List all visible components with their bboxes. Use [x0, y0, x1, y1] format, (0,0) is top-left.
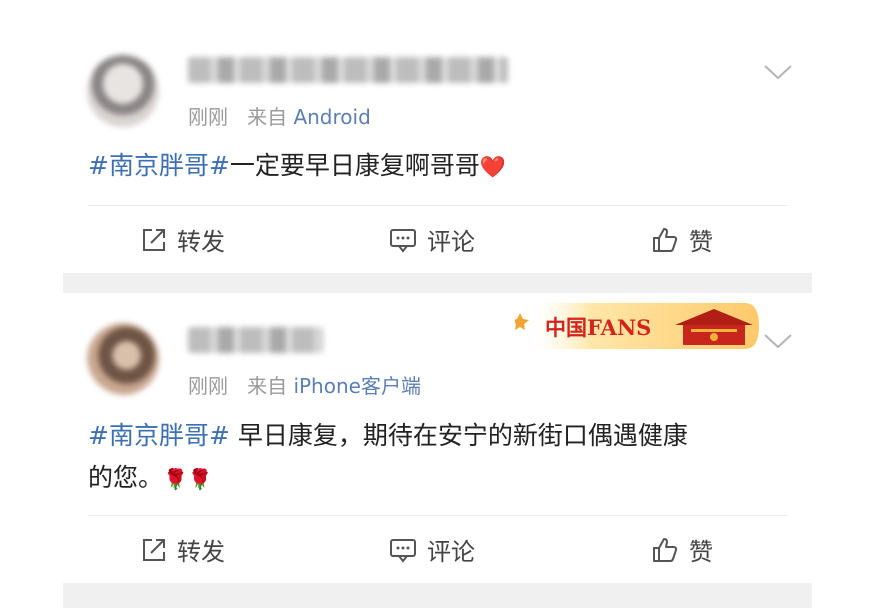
post-meta: 刚刚 来自 iPhone客户端 [188, 370, 421, 399]
divider [88, 205, 788, 206]
thumbs-up-icon [653, 537, 678, 562]
comment-button[interactable]: 评论 [389, 532, 475, 567]
repost-button[interactable]: 转发 [141, 532, 225, 567]
username-blurred[interactable] [188, 57, 508, 83]
divider [88, 515, 788, 516]
post-source[interactable]: iPhone客户端 [293, 374, 421, 398]
post-card-1: 刚刚 来自 Android #南京胖哥#一定要早日康复啊哥哥❤️ 转发 评论 赞 [63, 0, 812, 273]
avatar[interactable] [87, 323, 159, 395]
post-time: 刚刚 [188, 105, 228, 129]
hashtag-link[interactable]: #南京胖哥# [88, 151, 230, 180]
heart-emoji: ❤️ [479, 155, 507, 179]
chevron-down-icon[interactable] [763, 62, 793, 82]
repost-label: 转发 [177, 228, 225, 256]
comment-label: 评论 [427, 538, 475, 566]
post-text: 一定要早日康复啊哥哥 [229, 151, 480, 180]
thumbs-up-icon [653, 227, 678, 252]
repost-label: 转发 [177, 538, 225, 566]
post-text: 早日康复，期待在安宁的新街口偶遇健康 [229, 421, 688, 450]
badge-label: 中国FANS [545, 315, 651, 340]
post-text-line2: 的您。 [88, 463, 164, 492]
hashtag-link[interactable]: #南京胖哥# [88, 421, 230, 450]
comment-icon [390, 538, 416, 563]
chevron-down-icon[interactable] [763, 331, 793, 351]
rose-emoji: 🌹🌹 [163, 467, 213, 491]
china-fans-badge: 中国FANS [515, 303, 759, 349]
post-content: #南京胖哥#一定要早日康复啊哥哥❤️ [88, 145, 788, 188]
comment-label: 评论 [427, 228, 475, 256]
source-prefix: 来自 [247, 374, 288, 398]
comment-button[interactable]: 评论 [389, 222, 475, 257]
post-content: #南京胖哥# 早日康复，期待在安宁的新街口偶遇健康 的您。🌹🌹 [88, 415, 788, 500]
repost-button[interactable]: 转发 [141, 222, 225, 257]
like-label: 赞 [689, 228, 713, 256]
post-separator [63, 273, 812, 293]
username-blurred[interactable] [188, 327, 323, 353]
like-button[interactable]: 赞 [651, 532, 713, 567]
comment-icon [390, 228, 416, 253]
source-prefix: 来自 [247, 105, 288, 129]
avatar[interactable] [87, 55, 159, 127]
repost-icon [143, 538, 165, 561]
post-separator [63, 583, 812, 608]
like-label: 赞 [689, 538, 713, 566]
post-meta: 刚刚 来自 Android [188, 101, 371, 130]
like-button[interactable]: 赞 [651, 222, 713, 257]
repost-icon [143, 228, 165, 251]
post-time: 刚刚 [188, 374, 228, 398]
post-source[interactable]: Android [293, 105, 370, 129]
